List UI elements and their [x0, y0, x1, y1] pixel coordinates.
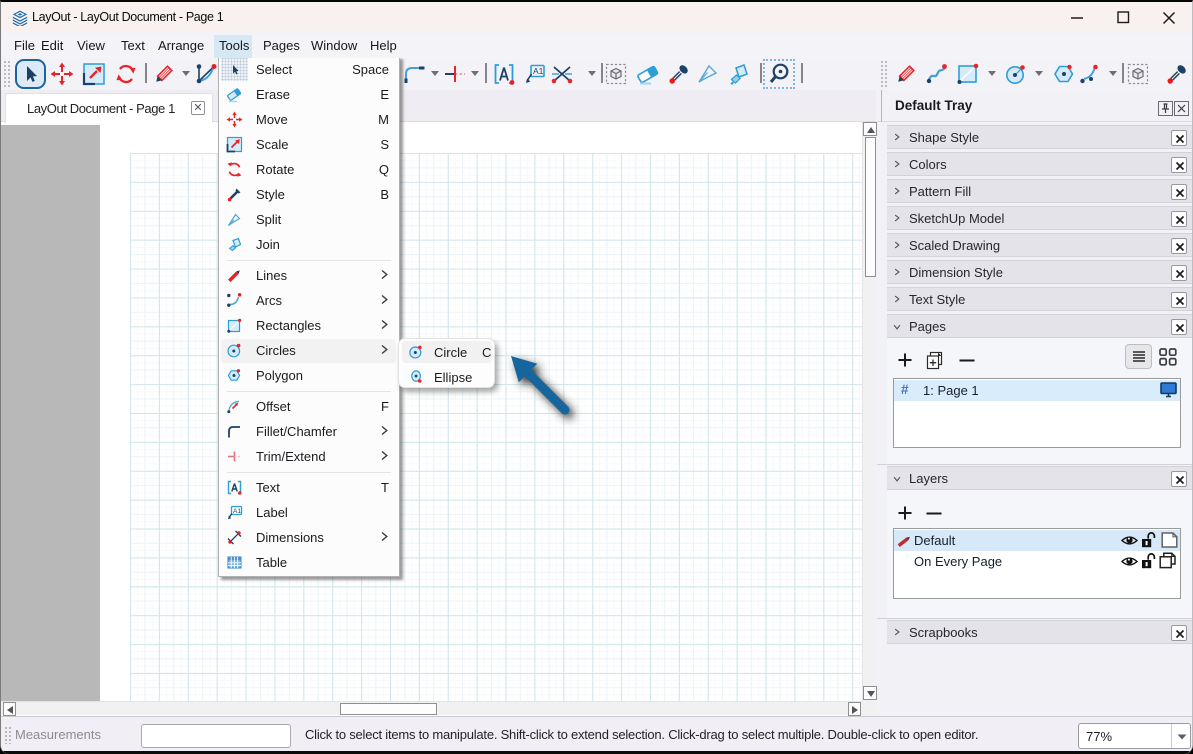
svg-text:A1: A1	[233, 508, 241, 515]
svg-text:A1: A1	[533, 66, 544, 76]
